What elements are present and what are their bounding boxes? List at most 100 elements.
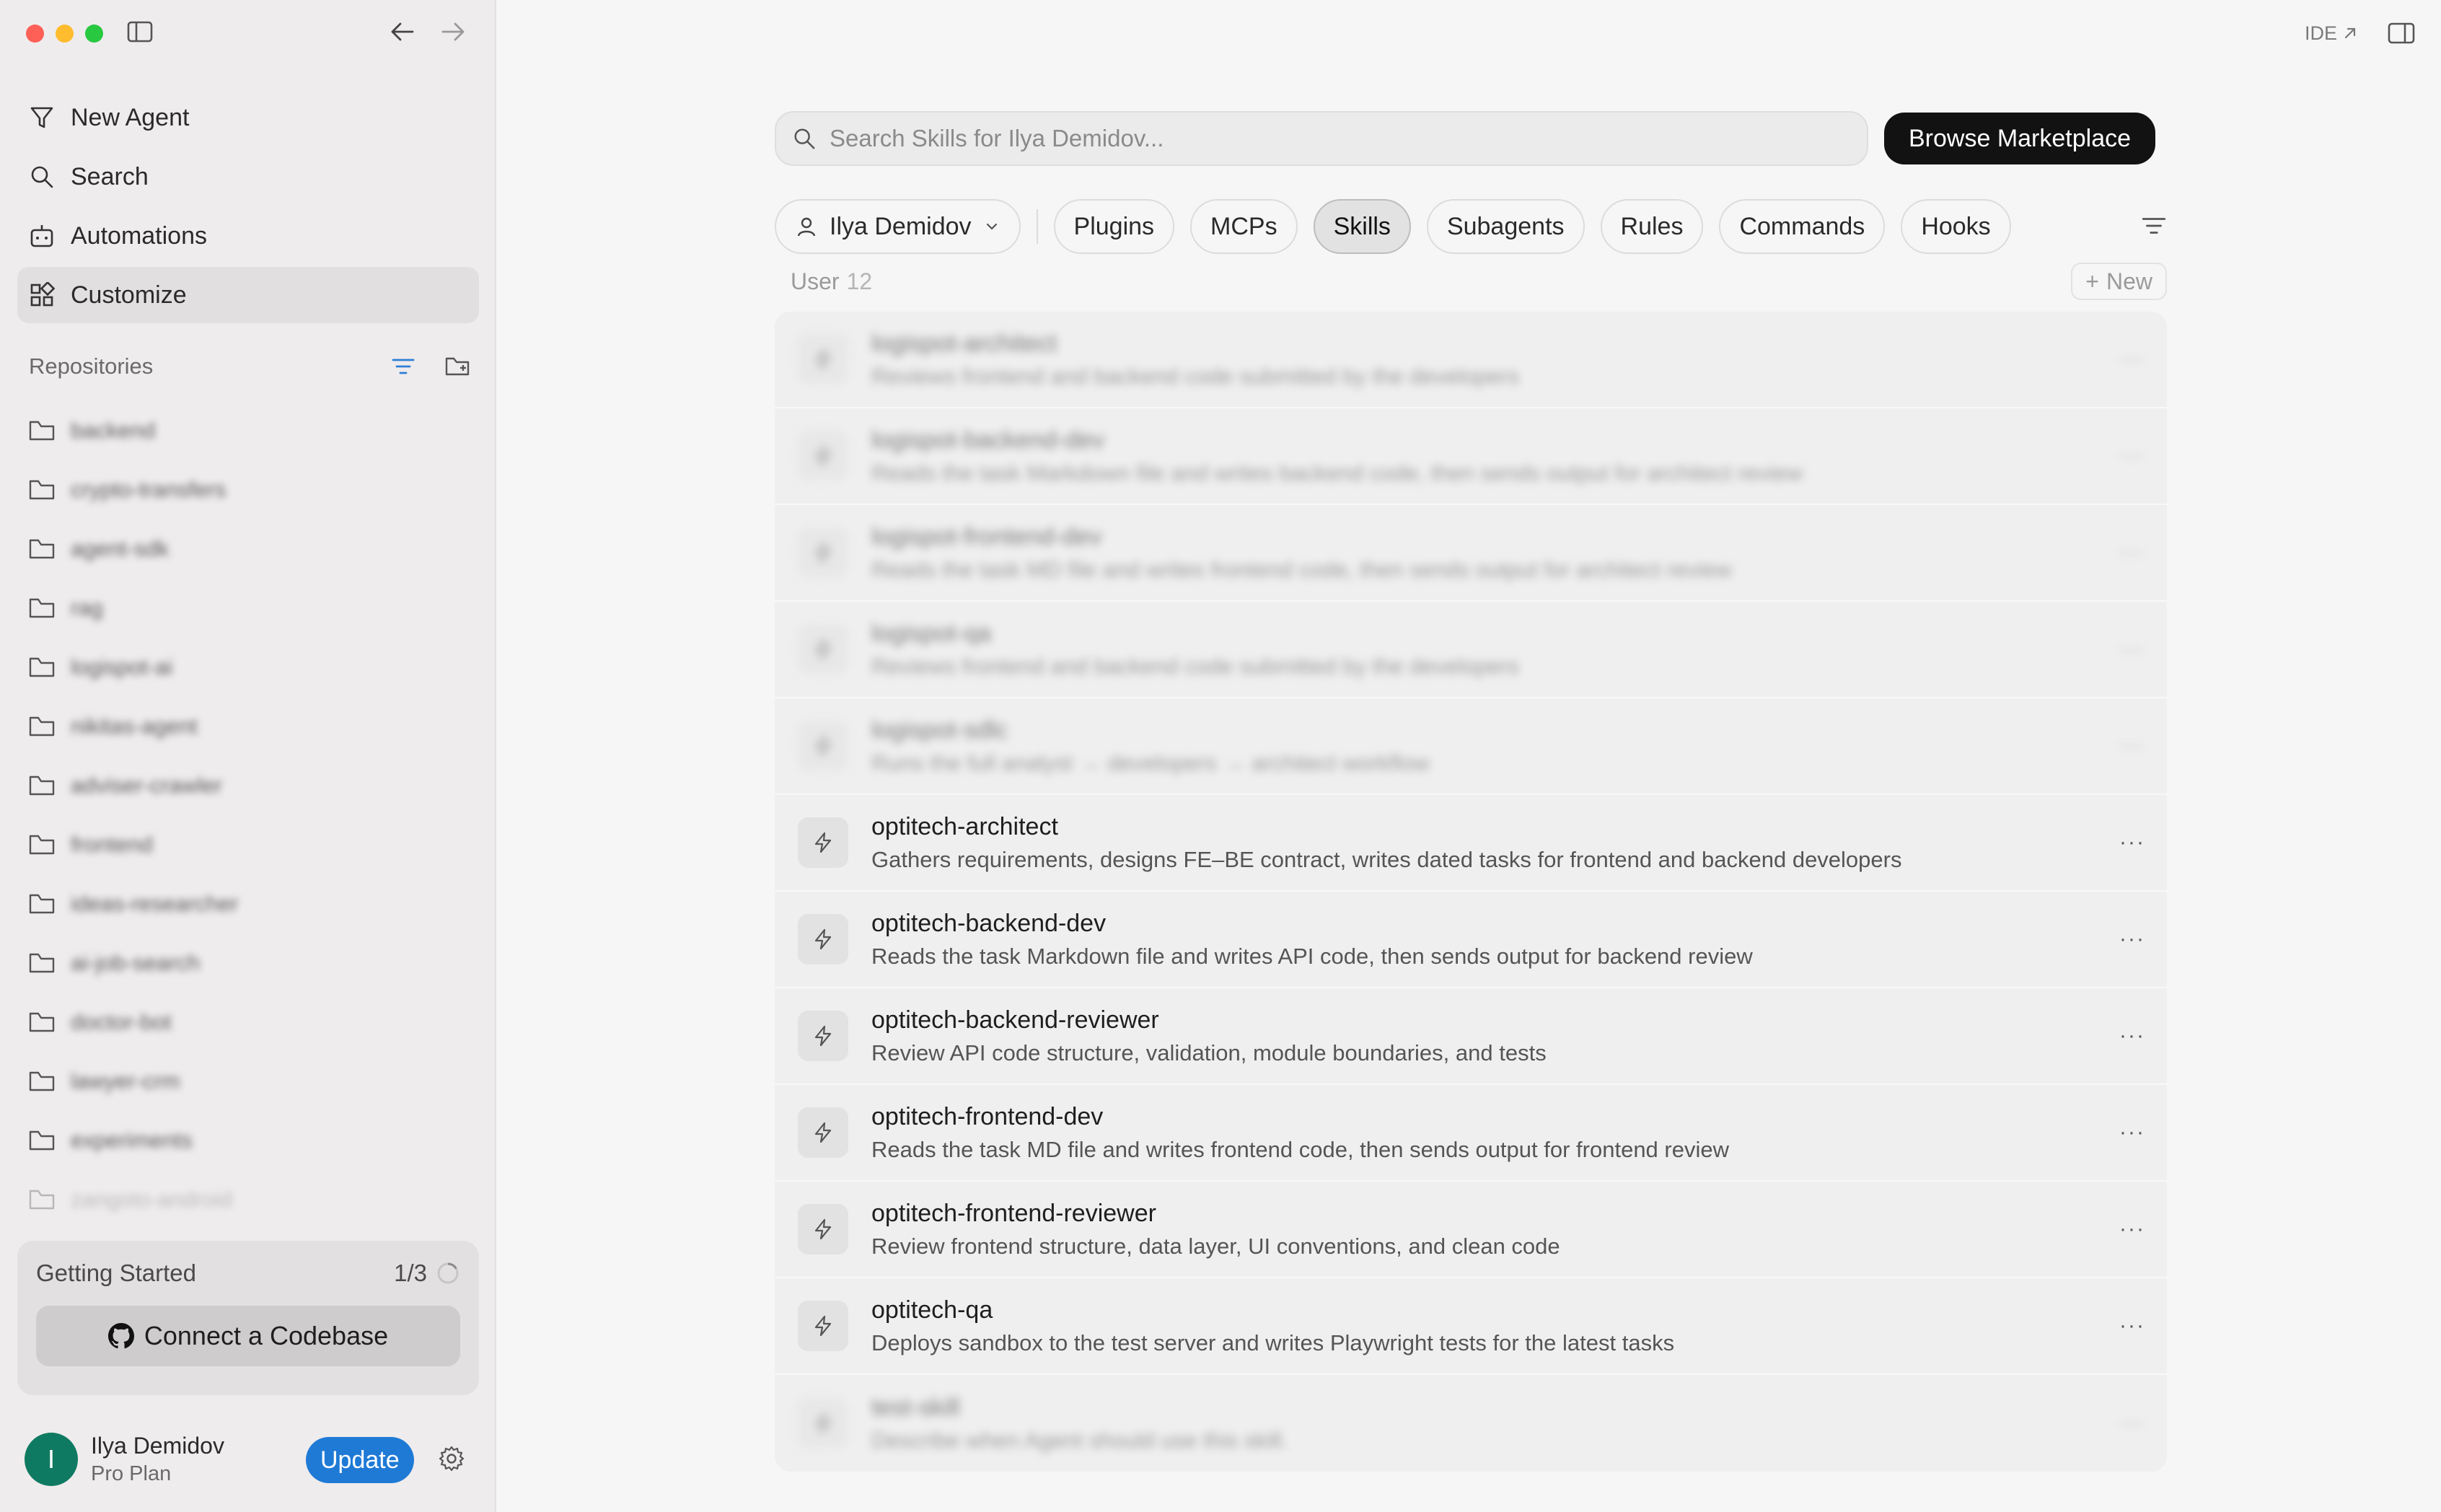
maximize-window-button[interactable] [85, 25, 103, 43]
skill-description: Reviews frontend and backend code submit… [871, 363, 1519, 389]
tab-mcps[interactable]: MCPs [1190, 199, 1298, 254]
skill-description: Reviews frontend and backend code submit… [871, 653, 1519, 679]
bolt-icon [798, 817, 848, 868]
skill-name: optitech-qa [871, 1296, 993, 1324]
skill-search-input[interactable] [830, 125, 1839, 152]
skill-row[interactable]: optitech-backend-dev Reads the task Markd… [775, 892, 2167, 988]
forward-arrow-icon[interactable] [440, 20, 466, 43]
skill-row[interactable]: logispot-qa Reviews frontend and backend … [775, 602, 2167, 698]
filter-icon[interactable] [391, 356, 415, 377]
folder-icon [29, 775, 55, 796]
bolt-icon [798, 527, 848, 578]
skill-row[interactable]: optitech-backend-reviewer Review API code… [775, 988, 2167, 1085]
skill-description: Describe when Agent should use this skil… [871, 1427, 1288, 1453]
right-panel-toggle-icon[interactable] [2388, 22, 2415, 45]
nav-new-agent[interactable]: New Agent [17, 89, 479, 146]
more-options-icon[interactable]: ··· [2119, 637, 2145, 662]
skill-row[interactable]: logispot-frontend-dev Reads the task MD f… [775, 505, 2167, 602]
repo-name: frontend [71, 832, 153, 857]
tab-hooks[interactable]: Hooks [1901, 199, 2011, 254]
chevron-down-icon [983, 218, 1000, 235]
window-controls [26, 25, 103, 43]
repo-name: nikitas-agent [71, 713, 198, 739]
user-scope-label: Ilya Demidov [830, 212, 972, 240]
nav-automations[interactable]: Automations [17, 208, 479, 264]
tab-rules[interactable]: Rules [1600, 199, 1704, 254]
repo-item[interactable]: zangoto-android [29, 1170, 470, 1216]
repo-item[interactable]: logispot-ai [29, 638, 470, 697]
more-options-icon[interactable]: ··· [2119, 444, 2145, 468]
more-options-icon[interactable]: ··· [2119, 927, 2145, 951]
browse-marketplace-button[interactable]: Browse Marketplace [1884, 113, 2156, 164]
more-options-icon[interactable]: ··· [2119, 1411, 2145, 1436]
back-arrow-icon[interactable] [390, 20, 415, 43]
minimize-window-button[interactable] [56, 25, 74, 43]
nav-search[interactable]: Search [17, 149, 479, 205]
tab-plugins[interactable]: Plugins [1053, 199, 1175, 254]
skill-row[interactable]: optitech-frontend-reviewer Review fronten… [775, 1182, 2167, 1278]
repo-item[interactable]: frontend [29, 815, 470, 874]
skill-row[interactable]: test-skill Describe when Agent should use… [775, 1375, 2167, 1472]
user-icon [795, 215, 818, 238]
skill-row[interactable]: optitech-qa Deploys sandbox to the test s… [775, 1278, 2167, 1375]
user-scope-select[interactable]: Ilya Demidov [775, 199, 1021, 254]
more-options-icon[interactable]: ··· [2119, 1120, 2145, 1145]
skill-row[interactable]: logispot-architect Reviews frontend and b… [775, 312, 2167, 408]
repo-item[interactable]: crypto-transfers [29, 460, 470, 519]
more-options-icon[interactable]: ··· [2119, 830, 2145, 855]
repo-name: ai-job-search [71, 950, 201, 975]
more-options-icon[interactable]: ··· [2119, 1217, 2145, 1241]
repo-item[interactable]: backend [29, 401, 470, 460]
update-button[interactable]: Update [306, 1437, 414, 1483]
nav-customize[interactable]: Customize [17, 267, 479, 323]
repo-item[interactable]: adviser-crawler [29, 756, 470, 815]
getting-started-card: Getting Started 1/3 Connect a Codebase [17, 1241, 479, 1395]
repo-item[interactable]: lawyer-crm [29, 1052, 470, 1111]
skill-search-box[interactable] [775, 111, 1868, 166]
folder-icon [29, 893, 55, 915]
more-options-icon[interactable]: ··· [2119, 1314, 2145, 1338]
add-folder-icon[interactable] [444, 355, 470, 378]
more-options-icon[interactable]: ··· [2119, 734, 2145, 758]
skill-row[interactable]: optitech-frontend-dev Reads the task MD f… [775, 1085, 2167, 1182]
repo-name: crypto-transfers [71, 477, 226, 502]
more-options-icon[interactable]: ··· [2119, 347, 2145, 372]
repo-item[interactable]: doctor-bot [29, 993, 470, 1052]
repo-item[interactable]: rag [29, 579, 470, 638]
repo-item[interactable]: ideas-researcher [29, 874, 470, 933]
close-window-button[interactable] [26, 25, 44, 43]
nav-customize-label: Customize [71, 281, 187, 309]
repo-item[interactable]: agent-sdk [29, 519, 470, 579]
new-skill-button[interactable]: + New [2071, 263, 2167, 300]
github-icon [107, 1323, 134, 1349]
skill-row[interactable]: logispot-sdlc Runs the full analyst → dev… [775, 698, 2167, 795]
skill-name: logispot-frontend-dev [871, 522, 1102, 550]
repo-item[interactable]: experiments [29, 1111, 470, 1170]
category-tabs: Ilya Demidov Plugins MCPs Skills Subagen… [775, 199, 2167, 254]
skill-description: Reads the task MD file and writes fronte… [871, 556, 1732, 582]
sidebar-toggle-icon[interactable] [127, 20, 153, 43]
tab-skills[interactable]: Skills [1313, 199, 1411, 254]
repositories-label: Repositories [29, 353, 154, 379]
connect-codebase-button[interactable]: Connect a Codebase [36, 1306, 460, 1366]
repo-item[interactable]: nikitas-agent [29, 697, 470, 756]
skill-row[interactable]: optitech-architect Gathers requirements, … [775, 795, 2167, 892]
skill-name: optitech-backend-reviewer [871, 1006, 1159, 1034]
skill-row[interactable]: logispot-backend-dev Reads the task Markd… [775, 408, 2167, 505]
bolt-icon [798, 914, 848, 964]
user-bar: I Ilya Demidov Pro Plan Update [25, 1428, 479, 1490]
ide-link[interactable]: IDE [2305, 22, 2359, 45]
sidebar-nav: New Agent Search Automations Customize [17, 89, 479, 326]
section-label: User [791, 268, 840, 294]
tab-subagents[interactable]: Subagents [1426, 199, 1585, 254]
list-filter-icon[interactable] [2141, 214, 2167, 238]
more-options-icon[interactable]: ··· [2119, 1024, 2145, 1048]
external-link-icon [2341, 25, 2359, 42]
avatar[interactable]: I [25, 1433, 78, 1486]
tab-divider [1036, 209, 1038, 244]
more-options-icon[interactable]: ··· [2119, 540, 2145, 565]
tab-commands[interactable]: Commands [1719, 199, 1886, 254]
folder-icon [29, 656, 55, 678]
repo-item[interactable]: ai-job-search [29, 933, 470, 993]
gear-icon[interactable] [437, 1444, 466, 1473]
